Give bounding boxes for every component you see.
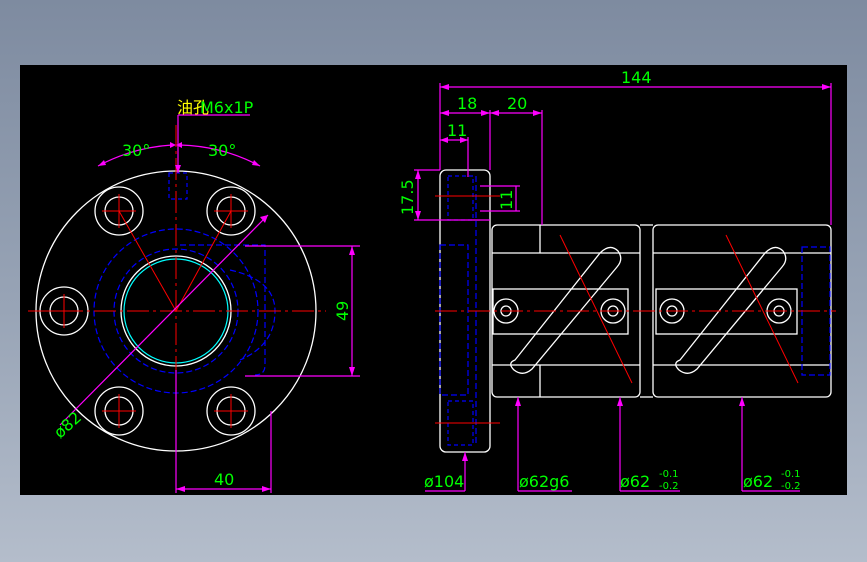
oil-hole	[168, 172, 188, 200]
bolt-hole-bottom-right	[206, 386, 256, 436]
nut-side-view	[414, 83, 836, 492]
dim-18-label: 18	[457, 94, 477, 113]
dim-20-label: 20	[507, 94, 527, 113]
tol-upper-a: -0.1	[659, 469, 679, 480]
hidden-return-path	[180, 244, 266, 376]
angle-label-left: 30°	[122, 141, 150, 160]
dim-17-5-label: 17.5	[398, 179, 417, 215]
phi-104-label: ø104	[424, 472, 464, 491]
flange-front-view	[28, 114, 360, 493]
dim-11-side-label: 11	[497, 190, 516, 210]
dim-144-label: 144	[621, 68, 652, 87]
angle-ref-line-left	[118, 210, 177, 312]
dim-11-top-label: 11	[447, 121, 467, 140]
tol-lower-a: -0.2	[659, 481, 679, 492]
angle-label-right: 30°	[208, 141, 236, 160]
drawing-canvas[interactable]: 油孔 M6x1P 30° 30° ø82 49 40 144 18 20 11 …	[20, 65, 847, 495]
phi-62-label-b: ø62	[743, 472, 773, 491]
bolt-hole-bottom-left	[94, 386, 144, 436]
dim-40-label: 40	[214, 470, 234, 489]
phi-62-label-a: ø62	[620, 472, 650, 491]
cad-drawing: 油孔 M6x1P 30° 30° ø82 49 40 144 18 20 11 …	[28, 68, 836, 493]
hidden-return-arc	[229, 269, 276, 361]
tol-lower-b: -0.2	[781, 481, 801, 492]
thread-spec-label: M6x1P	[200, 98, 254, 117]
phi-62g6-label: ø62g6	[519, 472, 569, 491]
tol-upper-b: -0.1	[781, 469, 801, 480]
dim-49-label: 49	[333, 301, 352, 321]
